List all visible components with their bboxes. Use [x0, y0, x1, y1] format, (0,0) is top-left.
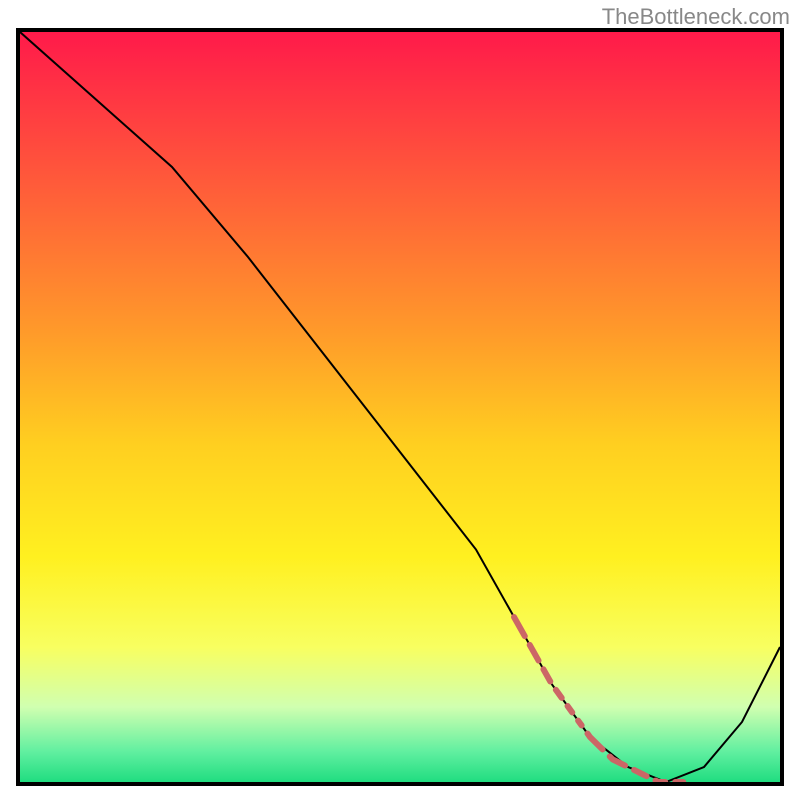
watermark-text: TheBottleneck.com: [602, 4, 790, 30]
main-curve: [20, 32, 780, 782]
highlight-curve: [514, 617, 689, 782]
chart-container: TheBottleneck.com: [0, 0, 800, 800]
plot-frame: [16, 28, 784, 786]
chart-svg: [20, 32, 780, 782]
